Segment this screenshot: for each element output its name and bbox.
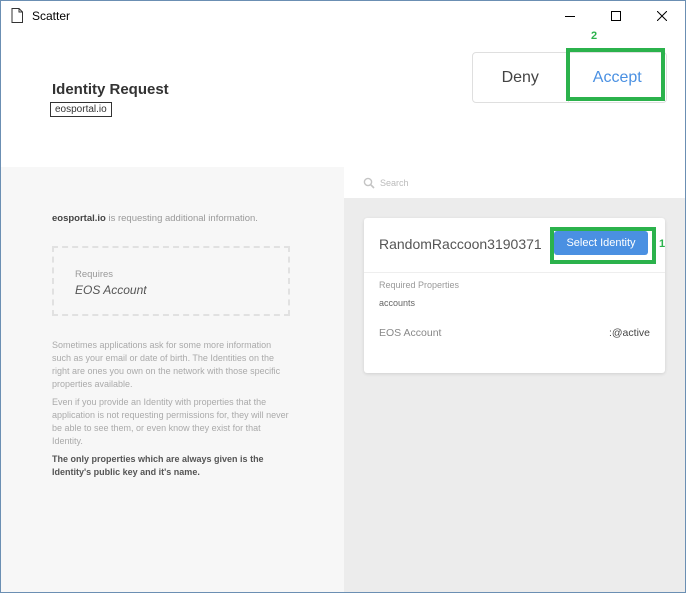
identity-name: RandomRaccoon3190371 xyxy=(379,236,542,252)
requires-box: Requires EOS Account xyxy=(52,246,290,316)
minimize-icon xyxy=(565,16,575,17)
origin-badge: eosportal.io xyxy=(50,102,112,117)
search-icon xyxy=(363,177,375,189)
maximize-button[interactable] xyxy=(593,1,639,31)
required-properties-value: accounts xyxy=(379,298,416,308)
info-paragraph-2: Even if you provide an Identity with pro… xyxy=(52,397,289,446)
decision-buttons: Deny Accept xyxy=(472,52,667,103)
required-properties-label: Required Properties xyxy=(379,280,460,290)
title-bar: Scatter xyxy=(1,1,685,31)
window-title: Scatter xyxy=(32,9,71,23)
accept-button[interactable]: Accept xyxy=(567,53,667,102)
info-paragraph-3: The only properties which are always giv… xyxy=(52,454,264,477)
card-divider xyxy=(364,272,665,273)
maximize-icon xyxy=(611,11,621,21)
request-header: Identity Request eosportal.io Deny Accep… xyxy=(1,31,685,167)
app-window: Scatter Identity Request eosportal.io De… xyxy=(0,0,686,593)
eos-account-label: EOS Account xyxy=(379,327,442,339)
info-pane: eosportal.io is requesting additional in… xyxy=(1,167,344,592)
minimize-button[interactable] xyxy=(547,1,593,31)
requires-value: EOS Account xyxy=(75,283,147,297)
document-icon xyxy=(11,8,23,23)
info-paragraph-1: Sometimes applications ask for some more… xyxy=(52,340,281,389)
identity-card: RandomRaccoon3190371 Select Identity Req… xyxy=(364,218,665,373)
close-icon xyxy=(657,11,667,21)
select-identity-button[interactable]: Select Identity xyxy=(554,231,648,255)
step-marker-2: 2 xyxy=(591,30,598,42)
page-title: Identity Request xyxy=(52,81,169,98)
requesting-message: is requesting additional information. xyxy=(105,213,258,224)
requires-label: Requires xyxy=(75,269,114,280)
search-input[interactable] xyxy=(380,175,660,190)
close-button[interactable] xyxy=(639,1,685,31)
search-bar xyxy=(344,167,685,198)
requesting-text: eosportal.io is requesting additional in… xyxy=(52,213,258,224)
deny-button[interactable]: Deny xyxy=(473,53,568,102)
eos-account-value: :@active xyxy=(608,327,650,339)
requesting-origin: eosportal.io xyxy=(52,213,106,224)
identities-pane: RandomRaccoon3190371 Select Identity Req… xyxy=(344,167,685,592)
step-marker-1: 1 xyxy=(659,238,666,250)
